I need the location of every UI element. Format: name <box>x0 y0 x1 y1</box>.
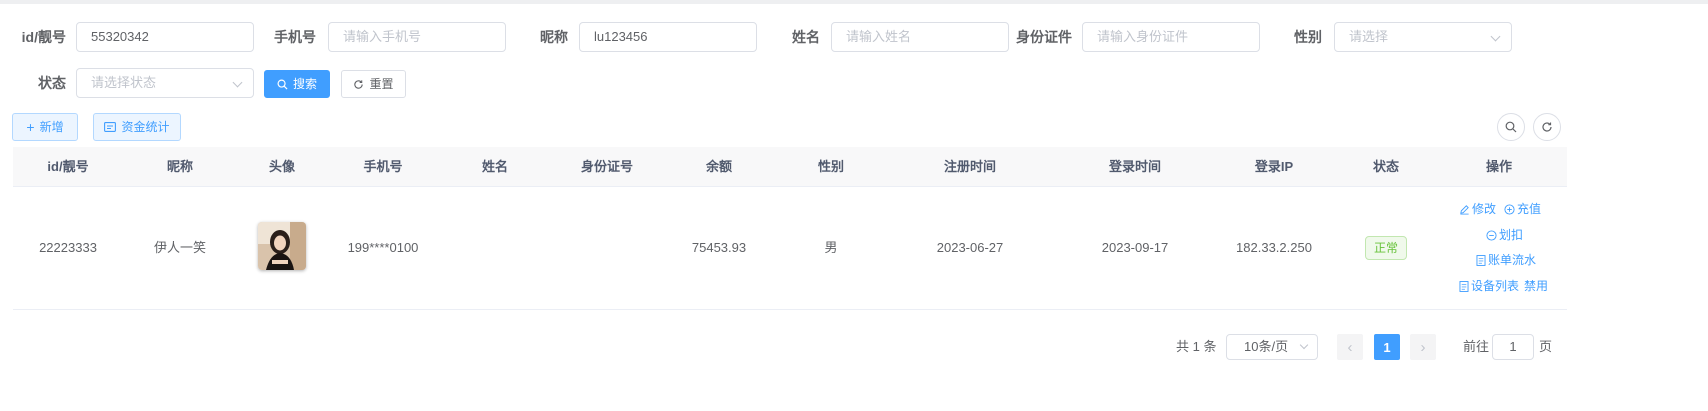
column-header-balance[interactable]: 余额 <box>663 147 775 187</box>
idcard-label: 身份证件 <box>1016 29 1072 45</box>
goto-page-input[interactable]: 1 <box>1492 334 1534 360</box>
cell-login-ip: 182.33.2.250 <box>1236 240 1312 255</box>
column-header-status[interactable]: 状态 <box>1331 147 1441 187</box>
status-select[interactable]: 请选择状态 <box>76 68 254 98</box>
table-header: id/靓号 昵称 头像 手机号 姓名 身份证号 余额 性别 注册时间 登录时间 … <box>13 147 1567 187</box>
edit-icon <box>1460 204 1469 214</box>
funds-stats-button[interactable]: 资金统计 <box>93 113 181 141</box>
column-header-phone[interactable]: 手机号 <box>327 147 439 187</box>
refresh-icon <box>354 79 364 89</box>
cell-phone: 199****0100 <box>347 240 419 255</box>
phone-label: 手机号 <box>274 29 316 45</box>
bill-link-label: 账单流水 <box>1488 253 1537 267</box>
avatar[interactable] <box>258 222 306 270</box>
toggle-search-button[interactable] <box>1497 113 1525 141</box>
row-divider <box>13 309 1567 310</box>
id-input[interactable]: 55320342 <box>76 22 254 52</box>
status-label: 状态 <box>38 75 66 91</box>
column-header-register-time[interactable]: 注册时间 <box>887 147 1053 187</box>
column-header-actions[interactable]: 操作 <box>1441 147 1557 187</box>
cell-gender: 男 <box>824 240 838 255</box>
search-icon <box>1505 121 1517 133</box>
bill-link[interactable]: 账单流水 <box>1476 252 1536 268</box>
column-header-id[interactable]: id/靓号 <box>13 147 123 187</box>
recharge-link[interactable]: 充值 <box>1504 201 1541 217</box>
chevron-down-icon <box>232 77 243 88</box>
cell-nickname: 伊人一笑 <box>153 240 206 255</box>
name-label: 姓名 <box>792 29 820 45</box>
page-1-button[interactable]: 1 <box>1374 334 1400 360</box>
add-button-label: 新增 <box>39 120 64 134</box>
page-suffix: 页 <box>1539 339 1553 354</box>
edit-link[interactable]: 修改 <box>1459 201 1496 217</box>
prev-page-button[interactable]: ‹ <box>1337 334 1363 360</box>
page-size-value: 10条/页 <box>1244 339 1289 354</box>
devices-link[interactable]: 设备列表 <box>1459 278 1519 294</box>
deduct-link[interactable]: 划扣 <box>1486 227 1523 243</box>
status-select-placeholder: 请选择状态 <box>91 75 157 90</box>
cell-id: 22223333 <box>39 240 97 255</box>
refresh-button[interactable] <box>1533 113 1561 141</box>
nickname-input[interactable]: lu123456 <box>579 22 757 52</box>
cell-balance: 75453.93 <box>691 240 747 255</box>
gender-select[interactable]: 请选择 <box>1334 22 1512 52</box>
top-divider <box>0 0 1708 4</box>
cell-register-time: 2023-06-27 <box>936 240 1004 255</box>
refresh-icon <box>1542 122 1552 132</box>
column-header-login-time[interactable]: 登录时间 <box>1053 147 1217 187</box>
plus-icon: + <box>26 119 35 135</box>
id-label: id/靓号 <box>21 29 66 45</box>
column-header-login-ip[interactable]: 登录IP <box>1217 147 1331 187</box>
chevron-down-icon <box>1299 340 1309 350</box>
circle-minus-icon <box>1486 229 1497 241</box>
deduct-link-label: 划扣 <box>1499 228 1524 242</box>
name-input[interactable]: 请输入姓名 <box>831 22 1009 52</box>
search-button-label: 搜索 <box>292 77 317 91</box>
disable-link[interactable]: 禁用 <box>1524 278 1548 294</box>
wallet-icon <box>104 122 117 132</box>
pagination-total: 共 1 条 <box>1176 339 1217 354</box>
search-button[interactable]: 搜索 <box>264 70 330 98</box>
reset-button-label: 重置 <box>369 77 394 91</box>
search-icon <box>277 79 288 90</box>
column-header-name[interactable]: 姓名 <box>439 147 551 187</box>
document-icon <box>1459 280 1469 292</box>
status-badge: 正常 <box>1365 236 1407 260</box>
disable-link-label: 禁用 <box>1524 279 1549 293</box>
goto-label: 前往 <box>1463 339 1490 354</box>
phone-input[interactable]: 请输入手机号 <box>328 22 506 52</box>
cell-idcard <box>551 187 663 309</box>
gender-label: 性别 <box>1294 29 1322 45</box>
gender-select-placeholder: 请选择 <box>1349 29 1389 44</box>
next-page-button[interactable]: › <box>1410 334 1436 360</box>
nickname-label: 昵称 <box>540 29 568 45</box>
circle-plus-icon <box>1504 203 1515 215</box>
reset-button[interactable]: 重置 <box>341 70 406 98</box>
avatar-image <box>258 222 306 270</box>
chevron-left-icon: ‹ <box>1347 338 1353 356</box>
page-size-select[interactable]: 10条/页 <box>1226 334 1318 360</box>
chevron-down-icon <box>1490 31 1501 42</box>
cell-login-time: 2023-09-17 <box>1101 240 1169 255</box>
column-header-idcard[interactable]: 身份证号 <box>551 147 663 187</box>
edit-link-label: 修改 <box>1472 202 1497 216</box>
funds-stats-button-label: 资金统计 <box>121 120 170 134</box>
column-header-gender[interactable]: 性别 <box>775 147 887 187</box>
idcard-input[interactable]: 请输入身份证件 <box>1082 22 1260 52</box>
document-icon <box>1476 254 1486 266</box>
recharge-link-label: 充值 <box>1517 202 1542 216</box>
add-button[interactable]: + 新增 <box>12 113 78 141</box>
column-header-avatar[interactable]: 头像 <box>237 147 327 187</box>
chevron-right-icon: › <box>1420 338 1426 356</box>
cell-name <box>439 187 551 309</box>
column-header-nickname[interactable]: 昵称 <box>123 147 237 187</box>
devices-link-label: 设备列表 <box>1471 279 1520 293</box>
